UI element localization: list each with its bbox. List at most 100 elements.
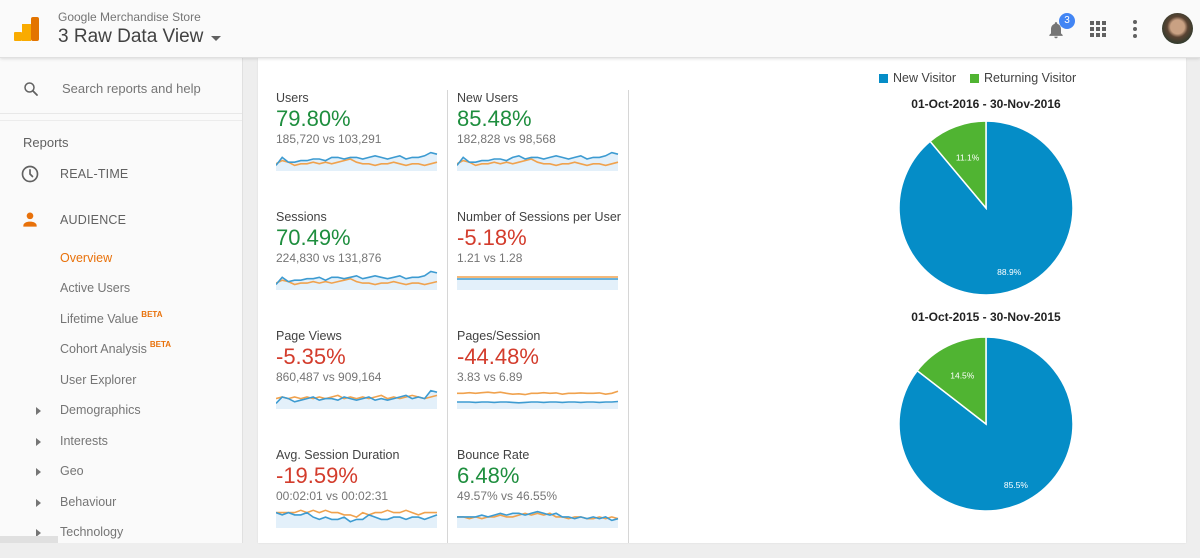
metric-comparison: 00:02:01 vs 00:02:31: [276, 489, 389, 503]
metric-tile[interactable]: Bounce Rate 6.48% 49.57% vs 46.55%: [457, 448, 629, 558]
divider: [0, 120, 242, 121]
metric-separator: [447, 90, 448, 218]
metric-tile[interactable]: Users 79.80% 185,720 vs 103,291: [276, 91, 448, 201]
metric-separator: [628, 447, 629, 543]
metric-separator: [628, 328, 629, 456]
legend-returning-visitor[interactable]: Returning Visitor: [969, 71, 1077, 85]
metric-change: -19.59%: [276, 463, 358, 488]
nav-realtime-label: REAL-TIME: [60, 167, 129, 181]
metric-separator: [447, 447, 448, 543]
nav-behaviour-label: Behaviour: [60, 495, 117, 509]
metric-comparison: 860,487 vs 909,164: [276, 370, 382, 384]
metric-tile[interactable]: Sessions 70.49% 224,830 vs 131,876: [276, 210, 448, 320]
beta-badge: BETA: [149, 340, 172, 349]
legend-new-visitor[interactable]: New Visitor: [879, 71, 956, 85]
metric-separator: [628, 90, 629, 218]
clock-icon: [20, 164, 40, 189]
sidebar: Search reports and help Reports REAL-TIM…: [0, 58, 243, 543]
metric-title: Number of Sessions per User: [457, 210, 621, 224]
nav-overview-label: Overview: [60, 251, 113, 265]
nav-realtime[interactable]: REAL-TIME: [0, 159, 242, 189]
sparkline-area: [457, 279, 618, 290]
legend-label: Returning Visitor: [983, 71, 1077, 85]
pie-data-label: 14.5%: [950, 371, 975, 381]
metric-comparison: 49.57% vs 46.55%: [457, 489, 558, 503]
metric-sparkline: [457, 276, 618, 290]
metric-title: Sessions: [276, 210, 327, 224]
account-name: Google Merchandise Store: [58, 10, 201, 24]
metric-sparkline: [457, 510, 619, 528]
metric-tile[interactable]: Pages/Session -44.48% 3.83 vs 6.89: [457, 329, 629, 439]
nav-demographics-label: Demographics: [60, 403, 141, 417]
sparkline-current: [457, 400, 619, 404]
metric-sparkline: [276, 389, 438, 409]
user-avatar[interactable]: [1162, 13, 1193, 44]
metric-title: Bounce Rate: [457, 448, 530, 462]
pie-data-label: 85.5%: [1004, 480, 1029, 490]
analytics-logo-icon[interactable]: [14, 17, 40, 41]
expand-arrow-icon: [36, 438, 41, 446]
metric-comparison: 1.21 vs 1.28: [457, 251, 523, 265]
metric-sparkline: [276, 270, 438, 290]
notification-count-badge: 3: [1059, 13, 1075, 29]
nav-cohort-analysis-label: Cohort Analysis: [60, 342, 147, 356]
metric-sparkline: [457, 151, 619, 171]
sparkline-previous: [457, 390, 619, 396]
metric-comparison: 3.83 vs 6.89: [457, 370, 523, 384]
metric-title: Pages/Session: [457, 329, 541, 343]
nav-lifetime-value[interactable]: Lifetime Value BETA: [0, 306, 242, 332]
metric-title: New Users: [457, 91, 519, 105]
metric-comparison: 224,830 vs 131,876: [276, 251, 382, 265]
sidebar-scrollbar[interactable]: [0, 536, 58, 543]
nav-geo-label: Geo: [60, 464, 84, 478]
person-icon: [20, 210, 40, 235]
metric-comparison: 185,720 vs 103,291: [276, 132, 382, 146]
reports-heading: Reports: [23, 135, 69, 150]
pie-chart-2016: 88.9% 11.1%: [898, 120, 1074, 296]
nav-overview[interactable]: Overview: [0, 245, 242, 271]
apps-grid-icon[interactable]: [1090, 21, 1106, 37]
metric-tile[interactable]: Number of Sessions per User -5.18% 1.21 vs…: [457, 210, 629, 320]
nav-technology-label: Technology: [60, 525, 124, 539]
pie-data-label: 88.9%: [997, 267, 1022, 277]
metric-title: Page Views: [276, 329, 342, 343]
nav-demographics[interactable]: Demographics: [0, 397, 242, 423]
nav-interests-label: Interests: [60, 434, 108, 448]
expand-arrow-icon: [36, 468, 41, 476]
metric-tile[interactable]: Avg. Session Duration -19.59% 00:02:01 vs …: [276, 448, 448, 558]
metric-title: Users: [276, 91, 309, 105]
metric-change: -5.35%: [276, 344, 346, 369]
metric-sparkline: [276, 509, 438, 528]
metric-sparkline: [457, 390, 619, 409]
metric-change: -5.18%: [457, 225, 527, 250]
search-input[interactable]: Search reports and help: [0, 58, 242, 114]
search-icon: [22, 80, 40, 103]
nav-cohort-analysis[interactable]: Cohort Analysis BETA: [0, 336, 242, 362]
overview-content: Users 79.80% 185,720 vs 103,291 New Users 85…: [258, 58, 1186, 543]
view-name: 3 Raw Data View: [58, 26, 204, 47]
view-selector[interactable]: 3 Raw Data View: [58, 26, 222, 48]
metric-title: Avg. Session Duration: [276, 448, 400, 462]
legend-label: New Visitor: [893, 71, 956, 85]
metric-tile[interactable]: New Users 85.48% 182,828 vs 98,568: [457, 91, 629, 201]
more-vert-icon[interactable]: [1133, 20, 1137, 38]
metric-change: 70.49%: [276, 225, 351, 250]
metric-tile[interactable]: Page Views -5.35% 860,487 vs 909,164: [276, 329, 448, 439]
nav-active-users[interactable]: Active Users: [0, 275, 242, 301]
nav-lifetime-value-label: Lifetime Value: [60, 312, 139, 326]
nav-audience[interactable]: AUDIENCE: [0, 205, 242, 235]
beta-badge: BETA: [141, 310, 163, 319]
nav-audience-label: AUDIENCE: [60, 213, 127, 227]
nav-interests[interactable]: Interests: [0, 428, 242, 454]
nav-user-explorer[interactable]: User Explorer: [0, 367, 242, 393]
nav-behaviour[interactable]: Behaviour: [0, 489, 242, 515]
nav-geo[interactable]: Geo: [0, 458, 242, 484]
pie-title-2016: 01-Oct-2016 - 30-Nov-2016: [911, 97, 1061, 111]
pie-legend: New Visitor Returning Visitor: [879, 71, 1090, 85]
legend-swatch: [969, 73, 979, 83]
metric-change: 85.48%: [457, 106, 532, 131]
pie-title-2015: 01-Oct-2015 - 30-Nov-2015: [911, 310, 1061, 324]
search-placeholder: Search reports and help: [62, 81, 201, 96]
expand-arrow-icon: [36, 407, 41, 415]
nav-user-explorer-label: User Explorer: [60, 373, 137, 387]
